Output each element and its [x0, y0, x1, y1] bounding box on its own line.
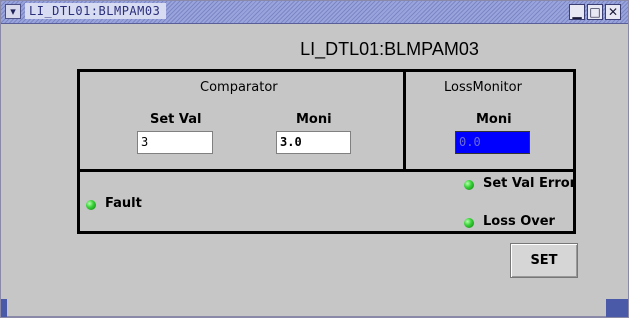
set-val-label: Set Val [150, 112, 202, 127]
app-window: ▾ LI_DTL01:BLMPAM03 ▁ □ ✕ LI_DTL01:BLMPA… [0, 0, 629, 318]
close-button[interactable]: ✕ [605, 4, 621, 20]
chevron-down-icon[interactable]: ▾ [5, 4, 21, 19]
comparator-moni-label: Moni [296, 112, 332, 127]
window-frame-left[interactable] [1, 299, 7, 317]
fault-led-icon [86, 200, 96, 210]
monitor-panel: Comparator Set Val 3 Moni 3.0 LossMonito… [77, 69, 576, 234]
loss-monitor-title: LossMonitor [444, 80, 522, 95]
window-title: LI_DTL01:BLMPAM03 [25, 3, 167, 19]
minimize-button[interactable]: ▁ [569, 4, 585, 20]
client-area: LI_DTL01:BLMPAM03 Comparator Set Val 3 M… [1, 24, 628, 317]
comparator-moni-field: 3.0 [276, 131, 351, 154]
panel-divider-vertical [403, 72, 406, 171]
set-val-error-label: Set Val Error [483, 176, 577, 191]
window-frame-bottom[interactable] [7, 316, 606, 317]
loss-over-label: Loss Over [483, 214, 555, 229]
comparator-title: Comparator [200, 80, 278, 95]
title-bar[interactable]: ▾ LI_DTL01:BLMPAM03 ▁ □ ✕ [1, 1, 628, 24]
loss-monitor-moni-field: 0.0 [455, 131, 530, 154]
set-button[interactable]: SET [510, 243, 578, 278]
set-val-input[interactable]: 3 [137, 131, 213, 154]
loss-monitor-moni-label: Moni [476, 112, 512, 127]
loss-over-led-icon [464, 218, 474, 228]
page-title: LI_DTL01:BLMPAM03 [300, 39, 479, 59]
fault-label: Fault [105, 196, 142, 211]
resize-handle[interactable] [606, 299, 628, 317]
set-val-error-led-icon [464, 180, 474, 190]
panel-divider-horizontal [80, 169, 573, 172]
maximize-button[interactable]: □ [587, 4, 603, 20]
